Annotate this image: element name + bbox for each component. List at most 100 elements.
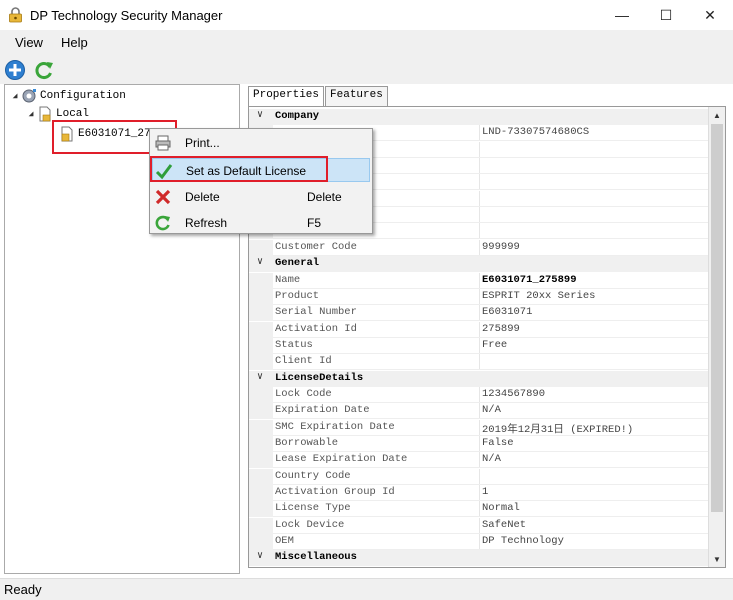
property-value[interactable]: E6031071 xyxy=(482,306,708,318)
tab-features[interactable]: Features xyxy=(325,86,388,106)
row-gutter xyxy=(249,239,273,256)
property-row[interactable]: Expiration Date N/A xyxy=(249,403,709,420)
property-row[interactable]: Activation Group Id 1 xyxy=(249,485,709,502)
property-row[interactable]: Lock Device SafeNet xyxy=(249,517,709,534)
row-gutter xyxy=(249,517,273,534)
property-value[interactable]: ESPRIT 20xx Series xyxy=(482,290,708,302)
collapse-chevron-icon[interactable]: ∨ xyxy=(257,256,263,268)
property-row[interactable]: Customer Code 999999 xyxy=(249,239,709,256)
property-row[interactable]: Lease Expiration Date N/A xyxy=(249,452,709,469)
column-separator xyxy=(479,386,480,403)
property-row[interactable]: Activation Id 275899 xyxy=(249,321,709,338)
add-icon xyxy=(5,60,25,80)
menu-item-refresh[interactable]: Refresh F5 xyxy=(152,211,370,235)
printer-icon xyxy=(154,134,172,152)
menu-bar: View Help xyxy=(0,30,733,56)
column-separator xyxy=(479,501,480,518)
property-value[interactable]: E6031071_275899 xyxy=(482,274,708,286)
property-row[interactable]: OEM DP Technology xyxy=(249,534,709,551)
collapse-chevron-icon[interactable]: ∨ xyxy=(257,109,263,121)
scroll-down-icon[interactable]: ▼ xyxy=(709,551,725,567)
row-gutter xyxy=(249,337,273,354)
document-icon xyxy=(39,106,51,122)
column-separator xyxy=(479,125,480,142)
property-row[interactable]: SMC Expiration Date 2019年12月31日 (EXPIRED!… xyxy=(249,419,709,436)
category-row[interactable]: ∨ Miscellaneous xyxy=(249,550,709,567)
property-name: Lock Code xyxy=(275,387,332,400)
property-value[interactable]: 275899 xyxy=(482,323,708,335)
property-value[interactable]: Free xyxy=(482,339,708,351)
property-name: Activation Group Id xyxy=(275,486,395,499)
minimize-icon: — xyxy=(615,7,629,23)
property-name: Borrowable xyxy=(275,437,339,449)
property-row[interactable]: Client Id xyxy=(249,354,709,371)
status-bar: Ready xyxy=(0,578,733,600)
menu-label-refresh: Refresh xyxy=(185,216,228,230)
toolbar xyxy=(0,56,733,84)
property-value[interactable]: N/A xyxy=(482,453,708,465)
property-value[interactable]: N/A xyxy=(482,404,708,416)
maximize-icon: ☐ xyxy=(659,6,673,23)
minimize-button[interactable]: — xyxy=(600,0,644,30)
property-value[interactable]: Normal xyxy=(482,502,708,514)
property-name: Client Id xyxy=(275,355,332,368)
property-row[interactable]: Status Free xyxy=(249,337,709,354)
row-gutter xyxy=(249,501,273,518)
property-value[interactable]: DP Technology xyxy=(482,535,708,547)
property-row[interactable]: Borrowable False xyxy=(249,436,709,452)
window-title: DP Technology Security Manager xyxy=(30,8,223,23)
property-value[interactable]: 2019年12月31日 (EXPIRED!) xyxy=(482,421,708,436)
category-row[interactable]: ∨ LicenseDetails xyxy=(249,370,709,387)
category-row[interactable]: ∨ Company xyxy=(249,109,709,125)
property-tabs: Properties Features xyxy=(248,86,389,107)
column-separator xyxy=(479,403,480,420)
row-gutter xyxy=(249,288,273,305)
expand-arrow-icon[interactable]: ◢ xyxy=(25,109,37,119)
column-separator xyxy=(479,239,480,256)
property-name: Country Code xyxy=(275,469,351,482)
column-separator xyxy=(479,305,480,322)
tab-properties[interactable]: Properties xyxy=(248,86,325,107)
close-button[interactable]: ✕ xyxy=(688,0,732,30)
scroll-thumb[interactable] xyxy=(711,124,723,512)
property-row[interactable]: Lock Code 1234567890 xyxy=(249,386,709,403)
expand-arrow-icon[interactable]: ◢ xyxy=(9,91,21,101)
refresh-icon xyxy=(35,62,53,80)
property-value[interactable]: LND-73307574680CS xyxy=(482,126,708,138)
menu-item-print[interactable]: Print... xyxy=(152,131,370,155)
menu-item-delete[interactable]: Delete Delete xyxy=(152,185,370,209)
menu-help[interactable]: Help xyxy=(52,30,97,56)
refresh-toolbar-button[interactable] xyxy=(32,59,56,81)
row-gutter xyxy=(249,305,273,322)
property-value[interactable]: False xyxy=(482,437,708,449)
tree-node-configuration[interactable]: ◢ Configuration xyxy=(9,87,126,105)
property-name: Activation Id xyxy=(275,322,357,335)
vertical-scrollbar[interactable]: ▲ ▼ xyxy=(708,107,725,567)
category-title: Miscellaneous xyxy=(275,551,357,564)
menu-label-print: Print... xyxy=(185,136,220,150)
property-value[interactable]: 1234567890 xyxy=(482,388,708,400)
row-gutter xyxy=(249,403,273,420)
property-value[interactable]: 1 xyxy=(482,486,708,498)
property-name: Serial Number xyxy=(275,306,357,319)
scroll-up-icon[interactable]: ▲ xyxy=(709,107,725,123)
column-separator xyxy=(479,272,480,289)
property-name: SMC Expiration Date xyxy=(275,420,395,433)
maximize-button[interactable]: ☐ xyxy=(644,0,688,30)
property-name: Customer Code xyxy=(275,240,357,253)
collapse-chevron-icon[interactable]: ∨ xyxy=(257,371,263,383)
property-value[interactable]: SafeNet xyxy=(482,519,708,531)
category-row[interactable]: ∨ General xyxy=(249,256,709,273)
property-row[interactable]: Serial Number E6031071 xyxy=(249,305,709,322)
property-row[interactable]: Name E6031071_275899 xyxy=(249,272,709,289)
menu-shortcut-refresh: F5 xyxy=(307,216,322,230)
menu-view[interactable]: View xyxy=(6,30,52,56)
column-separator xyxy=(479,207,480,224)
close-icon: ✕ xyxy=(704,6,716,23)
collapse-chevron-icon[interactable]: ∨ xyxy=(257,550,263,562)
property-value[interactable]: 999999 xyxy=(482,241,708,253)
property-row[interactable]: Country Code xyxy=(249,468,709,485)
property-row[interactable]: License Type Normal xyxy=(249,501,709,518)
add-button[interactable] xyxy=(3,59,27,81)
property-row[interactable]: Product ESPRIT 20xx Series xyxy=(249,288,709,305)
